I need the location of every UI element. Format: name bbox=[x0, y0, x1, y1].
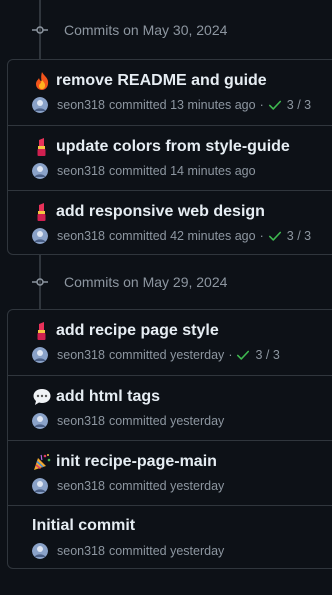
checks-status[interactable]: 3 / 3 bbox=[268, 229, 311, 243]
author-name[interactable]: seon318 bbox=[57, 229, 105, 243]
commit-message[interactable]: init recipe-page-main bbox=[56, 453, 217, 471]
check-icon bbox=[237, 350, 250, 360]
avatar[interactable] bbox=[32, 163, 48, 179]
checks-count: 3 / 3 bbox=[286, 98, 312, 112]
separator-dot: · bbox=[259, 229, 264, 243]
commit-time: yesterday bbox=[170, 544, 225, 558]
commit-message[interactable]: Initial commit bbox=[32, 517, 135, 535]
commit-row[interactable]: add recipe page style seon318 committed … bbox=[8, 310, 332, 375]
commit-row[interactable]: init recipe-page-main seon318 committed … bbox=[8, 440, 332, 505]
avatar[interactable] bbox=[32, 413, 48, 429]
commit-verb: committed bbox=[108, 229, 167, 243]
git-commit-icon bbox=[32, 278, 48, 286]
group-title: Commits on May 29, 2024 bbox=[64, 274, 228, 290]
commit-row[interactable]: update colors from style-guide seon318 c… bbox=[8, 125, 332, 190]
commit-verb: committed bbox=[108, 164, 167, 178]
commit-row[interactable]: add html tags seon318 committed yesterda… bbox=[8, 375, 332, 440]
check-icon bbox=[268, 231, 281, 241]
commit-message[interactable]: add recipe page style bbox=[56, 322, 219, 340]
commit-time: 14 minutes ago bbox=[170, 164, 256, 178]
author-name[interactable]: seon318 bbox=[57, 98, 105, 112]
fire-icon bbox=[36, 72, 49, 90]
commit-list: add recipe page style seon318 committed … bbox=[7, 309, 332, 569]
party-popper-icon bbox=[34, 454, 51, 470]
checks-count: 3 / 3 bbox=[286, 229, 312, 243]
commit-row[interactable]: add responsive web design seon318 commit… bbox=[8, 190, 332, 254]
commit-verb: committed bbox=[108, 414, 167, 428]
commit-row[interactable]: remove README and guide seon318 committe… bbox=[8, 60, 332, 125]
commit-meta: seon318 committed yesterday bbox=[32, 413, 224, 429]
commit-title[interactable]: add recipe page style bbox=[32, 321, 219, 341]
check-icon bbox=[268, 100, 281, 110]
lipstick-icon bbox=[37, 203, 46, 221]
commit-row[interactable]: Initial commit seon318 committed yesterd… bbox=[8, 505, 332, 568]
checks-count: 3 / 3 bbox=[255, 348, 280, 362]
commit-verb: committed bbox=[108, 479, 167, 493]
commit-message[interactable]: update colors from style-guide bbox=[56, 138, 290, 156]
commit-message[interactable]: add responsive web design bbox=[56, 203, 265, 221]
commit-group: Commits on May 30, 2024 bbox=[0, 16, 332, 44]
group-title: Commits on May 30, 2024 bbox=[64, 22, 228, 38]
commit-message[interactable]: remove README and guide bbox=[56, 72, 267, 90]
commit-title[interactable]: add html tags bbox=[32, 387, 160, 407]
checks-status[interactable]: 3 / 3 bbox=[236, 348, 280, 362]
commit-time: yesterday bbox=[170, 414, 225, 428]
commit-list: remove README and guide seon318 committe… bbox=[7, 59, 332, 255]
author-name[interactable]: seon318 bbox=[57, 479, 105, 493]
commit-title[interactable]: Initial commit bbox=[32, 517, 135, 535]
commit-meta: seon318 committed 14 minutes ago bbox=[32, 163, 256, 179]
git-commit-icon bbox=[32, 26, 48, 34]
commit-meta: seon318 committed 42 minutes ago · 3 / 3 bbox=[32, 228, 311, 244]
avatar[interactable] bbox=[32, 478, 48, 494]
commit-verb: committed bbox=[108, 348, 167, 362]
commit-verb: committed bbox=[108, 98, 167, 112]
commit-time: 13 minutes ago bbox=[170, 98, 256, 112]
avatar[interactable] bbox=[32, 228, 48, 244]
commit-meta: seon318 committed yesterday · 3 / 3 bbox=[32, 347, 280, 363]
checks-status[interactable]: 3 / 3 bbox=[268, 98, 311, 112]
lipstick-icon bbox=[37, 138, 46, 156]
group-header: Commits on May 30, 2024 bbox=[0, 16, 332, 44]
author-name[interactable]: seon318 bbox=[57, 348, 105, 362]
commit-title[interactable]: remove README and guide bbox=[32, 71, 267, 91]
commit-verb: committed bbox=[108, 544, 167, 558]
separator-dot: · bbox=[259, 98, 264, 112]
author-name[interactable]: seon318 bbox=[57, 544, 105, 558]
author-name[interactable]: seon318 bbox=[57, 164, 105, 178]
commit-time: 42 minutes ago bbox=[170, 229, 256, 243]
commit-title[interactable]: init recipe-page-main bbox=[32, 452, 217, 472]
commit-meta: seon318 committed yesterday bbox=[32, 543, 224, 559]
author-name[interactable]: seon318 bbox=[57, 414, 105, 428]
speech-balloon-icon bbox=[33, 389, 51, 405]
commit-time: yesterday bbox=[170, 348, 225, 362]
commit-meta: seon318 committed 13 minutes ago · 3 / 3 bbox=[32, 97, 311, 113]
commit-title[interactable]: update colors from style-guide bbox=[32, 137, 290, 157]
group-header: Commits on May 29, 2024 bbox=[0, 268, 332, 296]
commit-title[interactable]: add responsive web design bbox=[32, 202, 265, 222]
commit-time: yesterday bbox=[170, 479, 225, 493]
separator-dot: · bbox=[228, 348, 233, 362]
commit-message[interactable]: add html tags bbox=[56, 388, 160, 406]
avatar[interactable] bbox=[32, 97, 48, 113]
commit-group: Commits on May 29, 2024 bbox=[0, 268, 332, 296]
commit-meta: seon318 committed yesterday bbox=[32, 478, 224, 494]
avatar[interactable] bbox=[32, 543, 48, 559]
avatar[interactable] bbox=[32, 347, 48, 363]
lipstick-icon bbox=[37, 322, 46, 340]
